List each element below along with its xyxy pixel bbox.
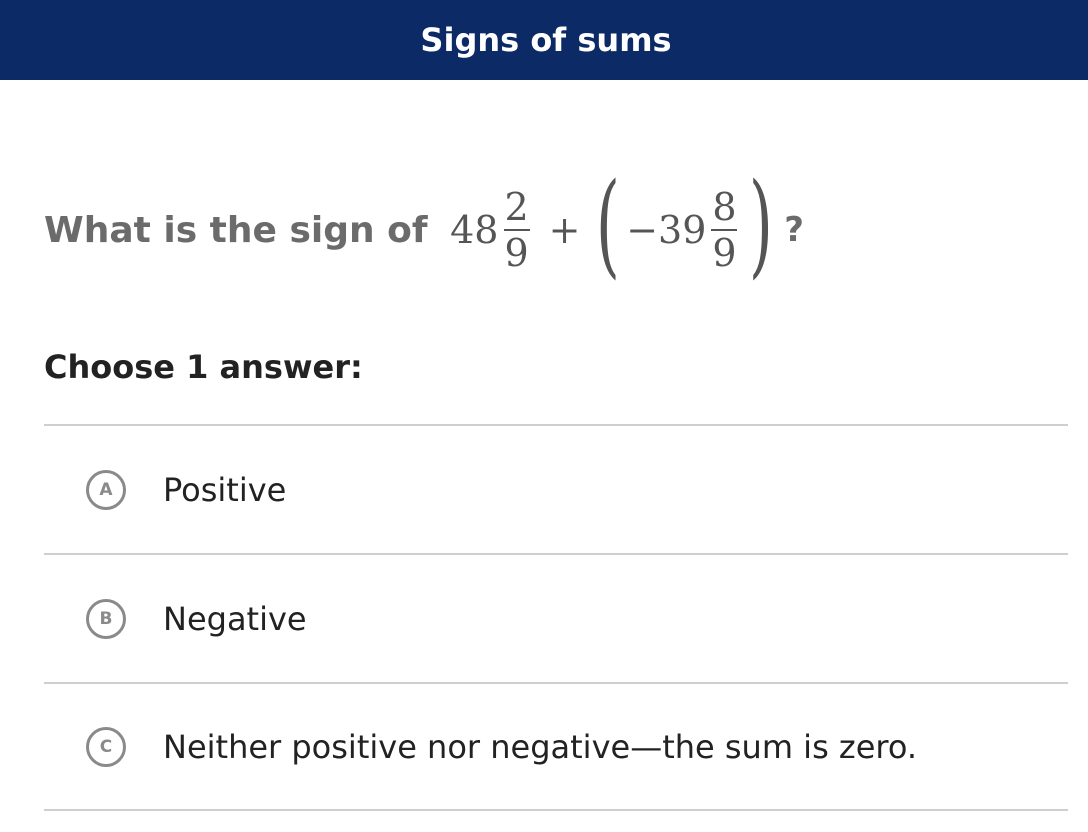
left-paren: ( — [596, 160, 621, 290]
header-bar: Signs of sums — [0, 0, 1088, 80]
question-mark: ? — [784, 210, 805, 250]
term1-whole: 48 — [450, 208, 499, 252]
choose-instruction: Choose 1 answer: — [44, 348, 363, 386]
plus-operator: + — [548, 208, 581, 252]
term1-fraction: 2 9 — [500, 187, 532, 273]
choice-radio-a[interactable]: A — [86, 469, 126, 510]
answer-label: Positive — [163, 470, 287, 509]
answer-label: Neither positive nor negative—the sum is… — [163, 727, 918, 766]
term2-denominator: 9 — [712, 231, 737, 275]
answer-option-a[interactable]: A Positive — [44, 424, 1068, 553]
choice-radio-c[interactable]: C — [86, 726, 126, 767]
term2-numerator: 8 — [712, 185, 737, 229]
answer-list: A Positive B Negative C Neither positive… — [44, 424, 1068, 811]
math-expression: 48 2 9 + ( −39 8 9 ) — [440, 169, 776, 281]
page-title: Signs of sums — [420, 21, 672, 59]
answer-label: Negative — [163, 599, 307, 638]
question-prompt: What is the sign of 48 2 9 + ( −39 8 9 )… — [44, 169, 805, 290]
term2-fraction: 8 9 — [708, 187, 740, 273]
choice-radio-b[interactable]: B — [86, 598, 126, 639]
question-text: What is the sign of — [44, 209, 441, 251]
answer-option-b[interactable]: B Negative — [44, 553, 1068, 682]
term1-numerator: 2 — [504, 185, 529, 229]
answer-option-c[interactable]: C Neither positive nor negative—the sum … — [44, 682, 1068, 811]
term1-denominator: 9 — [504, 231, 529, 275]
term2-whole: −39 — [626, 208, 707, 252]
right-paren: ) — [748, 160, 773, 290]
